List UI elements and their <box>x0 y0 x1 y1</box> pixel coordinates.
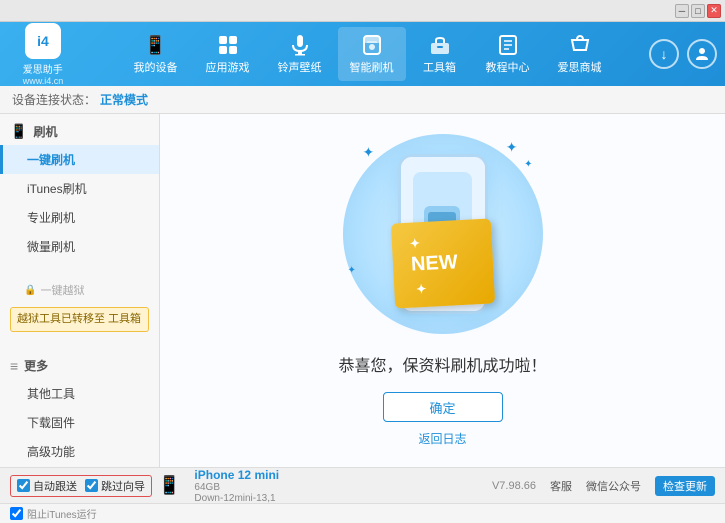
more-category-icon: ≡ <box>10 358 18 374</box>
sidebar-item-advanced[interactable]: 高级功能 <box>0 437 159 466</box>
logo[interactable]: i4 爱思助手 www.i4.cn <box>8 23 78 86</box>
toolbox-icon <box>428 33 452 57</box>
bottom-left: 自动跟送 跳过向导 📱 iPhone 12 mini 64GB Down-12m… <box>10 468 279 504</box>
nav-item-toolbox[interactable]: 工具箱 <box>410 27 470 81</box>
new-badge: NEW <box>390 219 494 309</box>
sparkle-4: ✦ <box>348 265 356 276</box>
download-button[interactable]: ↓ <box>649 39 679 69</box>
title-bar: ─ □ ✕ <box>0 0 725 22</box>
back-link[interactable]: 返回日志 <box>418 430 466 447</box>
nav-label-my-device: 我的设备 <box>134 59 178 75</box>
apps-icon <box>216 33 240 57</box>
itunes-status: 阻止iTunes运行 <box>0 503 725 523</box>
device-details: iPhone 12 mini 64GB Down-12mini-13,1 <box>194 468 279 504</box>
sparkle-1: ✦ <box>363 144 375 161</box>
restore-button[interactable]: □ <box>691 4 705 18</box>
nav-item-ringtones[interactable]: 铃声壁纸 <box>266 27 334 81</box>
nav-right: ↓ <box>649 39 717 69</box>
customer-service-link[interactable]: 客服 <box>550 478 572 494</box>
close-button[interactable]: ✕ <box>707 4 721 18</box>
sidebar-item-one-click-flash[interactable]: 一键刷机 <box>0 145 159 174</box>
nav-item-apps-games[interactable]: 应用游戏 <box>194 27 262 81</box>
wechat-official-link[interactable]: 微信公众号 <box>586 478 641 494</box>
nav-item-mall[interactable]: 爱思商城 <box>546 27 614 81</box>
sidebar-section-jailbreak: 🔒 一键越狱 越狱工具已转移至 工具箱 <box>0 273 159 340</box>
sidebar-category-flash: 📱 刷机 <box>0 118 159 145</box>
bottom-right: V7.98.66 客服 微信公众号 检查更新 <box>492 476 715 496</box>
nav-label-tutorials: 教程中心 <box>486 59 530 75</box>
nav-item-my-device[interactable]: 📱 我的设备 <box>122 27 190 81</box>
mall-icon <box>568 33 592 57</box>
account-button[interactable] <box>687 39 717 69</box>
main-wrapper: 设备连接状态： 正常模式 📱 刷机 一键刷机 iTunes刷机 专业刷机 <box>0 86 725 523</box>
sidebar-item-download-firmware[interactable]: 下载固件 <box>0 408 159 437</box>
sidebar-category-more: ≡ 更多 <box>0 352 159 379</box>
device-name: iPhone 12 mini <box>194 468 279 482</box>
sidebar-item-other-tools[interactable]: 其他工具 <box>0 379 159 408</box>
version-text: V7.98.66 <box>492 480 536 492</box>
status-bar: 设备连接状态： 正常模式 <box>0 86 725 114</box>
success-title: 恭喜您，保资料刷机成功啦！ <box>338 352 546 376</box>
skip-wizard-label: 跳过向导 <box>101 478 145 494</box>
device-icon: 📱 <box>144 33 168 57</box>
nav-label-toolbox: 工具箱 <box>423 59 456 75</box>
logo-icon: i4 <box>25 23 61 59</box>
confirm-button[interactable]: 确定 <box>383 392 503 422</box>
sidebar: 📱 刷机 一键刷机 iTunes刷机 专业刷机 微量刷机 <box>0 114 160 467</box>
device-storage: 64GB <box>194 482 279 493</box>
device-model: Down-12mini-13,1 <box>194 493 279 504</box>
minimize-button[interactable]: ─ <box>675 4 689 18</box>
skip-wizard-input[interactable] <box>85 479 98 492</box>
main-panel: ✦ ✦ ✦ ✦ <box>160 114 725 467</box>
sidebar-note-jailbreak: 越狱工具已转移至 工具箱 <box>10 307 149 332</box>
top-nav: i4 爱思助手 www.i4.cn 📱 我的设备 应用游戏 <box>0 22 725 86</box>
lock-icon: 🔒 <box>24 285 36 296</box>
nav-item-tutorials[interactable]: 教程中心 <box>474 27 542 81</box>
sidebar-section-more: ≡ 更多 其他工具 下载固件 高级功能 <box>0 348 159 467</box>
status-value: 正常模式 <box>100 91 148 108</box>
update-button[interactable]: 检查更新 <box>655 476 715 496</box>
nav-label-mall: 爱思商城 <box>558 59 602 75</box>
device-phone-icon: 📱 <box>158 475 180 496</box>
smart-flash-icon <box>360 33 384 57</box>
flash-category-icon: 📱 <box>10 123 27 140</box>
nav-item-smart-flash[interactable]: 智能刷机 <box>338 27 406 81</box>
sidebar-item-itunes-flash[interactable]: iTunes刷机 <box>0 174 159 203</box>
bottom-section: 自动跟送 跳过向导 📱 iPhone 12 mini 64GB Down-12m… <box>0 467 725 523</box>
success-illustration: ✦ ✦ ✦ ✦ <box>343 134 543 336</box>
sidebar-item-micro-flash[interactable]: 微量刷机 <box>0 232 159 261</box>
content-area: 📱 刷机 一键刷机 iTunes刷机 专业刷机 微量刷机 <box>0 114 725 467</box>
sparkle-3: ✦ <box>524 159 532 170</box>
skip-wizard-checkbox[interactable]: 跳过向导 <box>85 478 145 494</box>
sidebar-section-flash: 📱 刷机 一键刷机 iTunes刷机 专业刷机 微量刷机 <box>0 114 159 265</box>
itunes-checkbox[interactable] <box>10 507 23 520</box>
nav-label-ringtones: 铃声壁纸 <box>278 59 322 75</box>
ringtones-icon <box>288 33 312 57</box>
nav-label-apps: 应用游戏 <box>206 59 250 75</box>
auto-follow-label: 自动跟送 <box>33 478 77 494</box>
nav-label-smart-flash: 智能刷机 <box>350 59 394 75</box>
itunes-checkbox-label[interactable]: 阻止iTunes运行 <box>10 506 715 521</box>
tutorials-icon <box>496 33 520 57</box>
sidebar-item-pro-flash[interactable]: 专业刷机 <box>0 203 159 232</box>
bottom-bar: 自动跟送 跳过向导 📱 iPhone 12 mini 64GB Down-12m… <box>0 467 725 503</box>
auto-follow-input[interactable] <box>17 479 30 492</box>
status-label: 设备连接状态： <box>12 91 96 108</box>
checkbox-area: 自动跟送 跳过向导 <box>10 475 152 497</box>
device-info: 📱 iPhone 12 mini 64GB Down-12mini-13,1 <box>158 468 279 504</box>
nav-items: 📱 我的设备 应用游戏 <box>94 27 641 81</box>
logo-text: 爱思助手 www.i4.cn <box>23 61 64 86</box>
sidebar-grayed-jailbreak: 🔒 一键越狱 <box>0 277 159 303</box>
sparkle-2: ✦ <box>506 139 518 156</box>
auto-follow-checkbox[interactable]: 自动跟送 <box>17 478 77 494</box>
